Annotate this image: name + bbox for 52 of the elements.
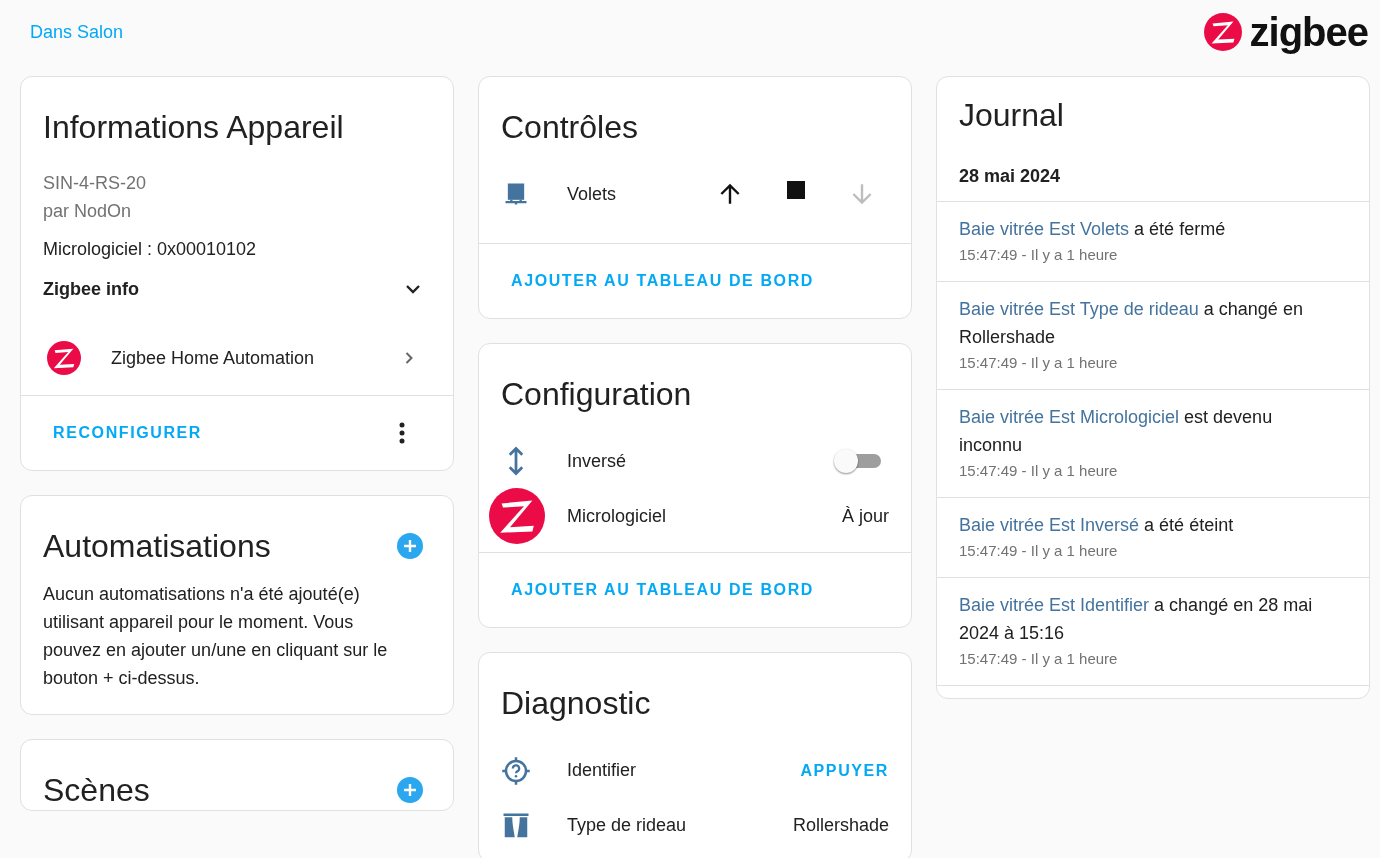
entity-state: Rollershade <box>792 815 889 836</box>
event-message: Baie vitrée Est Type de rideau a changé en Rollershade <box>959 298 1304 349</box>
event-time: 15:47:49 - Il y a 1 heure <box>959 245 1119 265</box>
card-title: Journal <box>958 96 1065 134</box>
breadcrumb-link[interactable]: Dans Salon <box>30 21 124 43</box>
event-time: 15:47:49 - Il y a 1 heure <box>959 541 1119 561</box>
device-manufacturer: par NodOn <box>43 200 133 223</box>
firmware-text: Micrologiciel : 0x00010102 <box>43 238 258 261</box>
zigbee-logo-icon <box>47 341 81 375</box>
entity-link[interactable]: Baie vitrée Est Identifier <box>959 595 1150 615</box>
reconfigure-button[interactable]: RECONFIGURER <box>43 418 212 448</box>
entity-name: Micrologiciel <box>567 505 668 527</box>
toggle-switch[interactable] <box>833 448 883 474</box>
event-time: 15:47:49 - Il y a 1 heure <box>959 461 1119 481</box>
card-title: Scènes <box>43 771 150 810</box>
entity-link[interactable]: Baie vitrée Est Inversé <box>959 515 1140 535</box>
add-to-dashboard-button[interactable]: AJOUTER AU TABLEAU DE BORD <box>501 266 824 296</box>
entity-name: Type de rideau <box>567 815 688 836</box>
card-title: Automatisations <box>43 527 271 566</box>
card-title: Configuration <box>500 375 693 414</box>
card-title: Contrôles <box>500 108 639 147</box>
date-heading: 28 mai 2024 <box>937 134 1369 202</box>
empty-message: Aucun automatisations n'a été ajouté(e) utilisant appareil pour le moment. Vous pouvez en ajouter un/une en cliquant sur le bouton + ci-dessus. <box>42 583 389 690</box>
event-message: Baie vitrée Est Identifier a changé en 28 mai 2024 à 15:16 <box>959 594 1314 645</box>
integration-item[interactable]: Zigbee Home Automation <box>21 301 453 395</box>
zigbee-logo-icon <box>489 488 545 544</box>
more-icon[interactable] <box>399 421 405 445</box>
card-title: Informations Appareil <box>42 108 345 147</box>
card-title: Diagnostic <box>500 684 652 723</box>
entity-name: Identifier <box>567 760 638 781</box>
zigbee-info-expander[interactable]: Zigbee info <box>43 277 431 301</box>
entity-link[interactable]: Baie vitrée Est Volets <box>959 219 1130 239</box>
add-icon[interactable] <box>397 777 423 803</box>
entity-link[interactable]: Baie vitrée Est Micrologiciel <box>959 407 1180 427</box>
entity-name: Volets <box>567 183 618 205</box>
event-message: Baie vitrée Est Inversé a été éteint <box>959 514 1235 537</box>
add-icon[interactable] <box>397 533 423 559</box>
brand-wordmark: zigbee <box>1249 9 1368 55</box>
event-time: 15:47:49 - Il y a 1 heure <box>959 353 1119 373</box>
entity-link[interactable]: Baie vitrée Est Type de rideau <box>959 299 1199 319</box>
target-question-icon <box>501 755 531 786</box>
event-message: Baie vitrée Est Micrologiciel est devenu inconnu <box>959 406 1274 457</box>
event-time: 15:47:49 - Il y a 1 heure <box>959 649 1119 669</box>
press-button[interactable]: APPUYER <box>790 755 889 786</box>
add-to-dashboard-button[interactable]: AJOUTER AU TABLEAU DE BORD <box>501 575 824 605</box>
entity-name: Inversé <box>567 450 628 472</box>
zigbee-logo-icon <box>1203 13 1242 51</box>
stop-icon <box>787 181 805 199</box>
event-message: Baie vitrée Est Volets a été fermé <box>959 218 1227 241</box>
entity-state: À jour <box>841 505 889 527</box>
device-model: SIN-4-RS-20 <box>43 172 148 195</box>
expander-label: Zigbee info <box>43 278 139 300</box>
